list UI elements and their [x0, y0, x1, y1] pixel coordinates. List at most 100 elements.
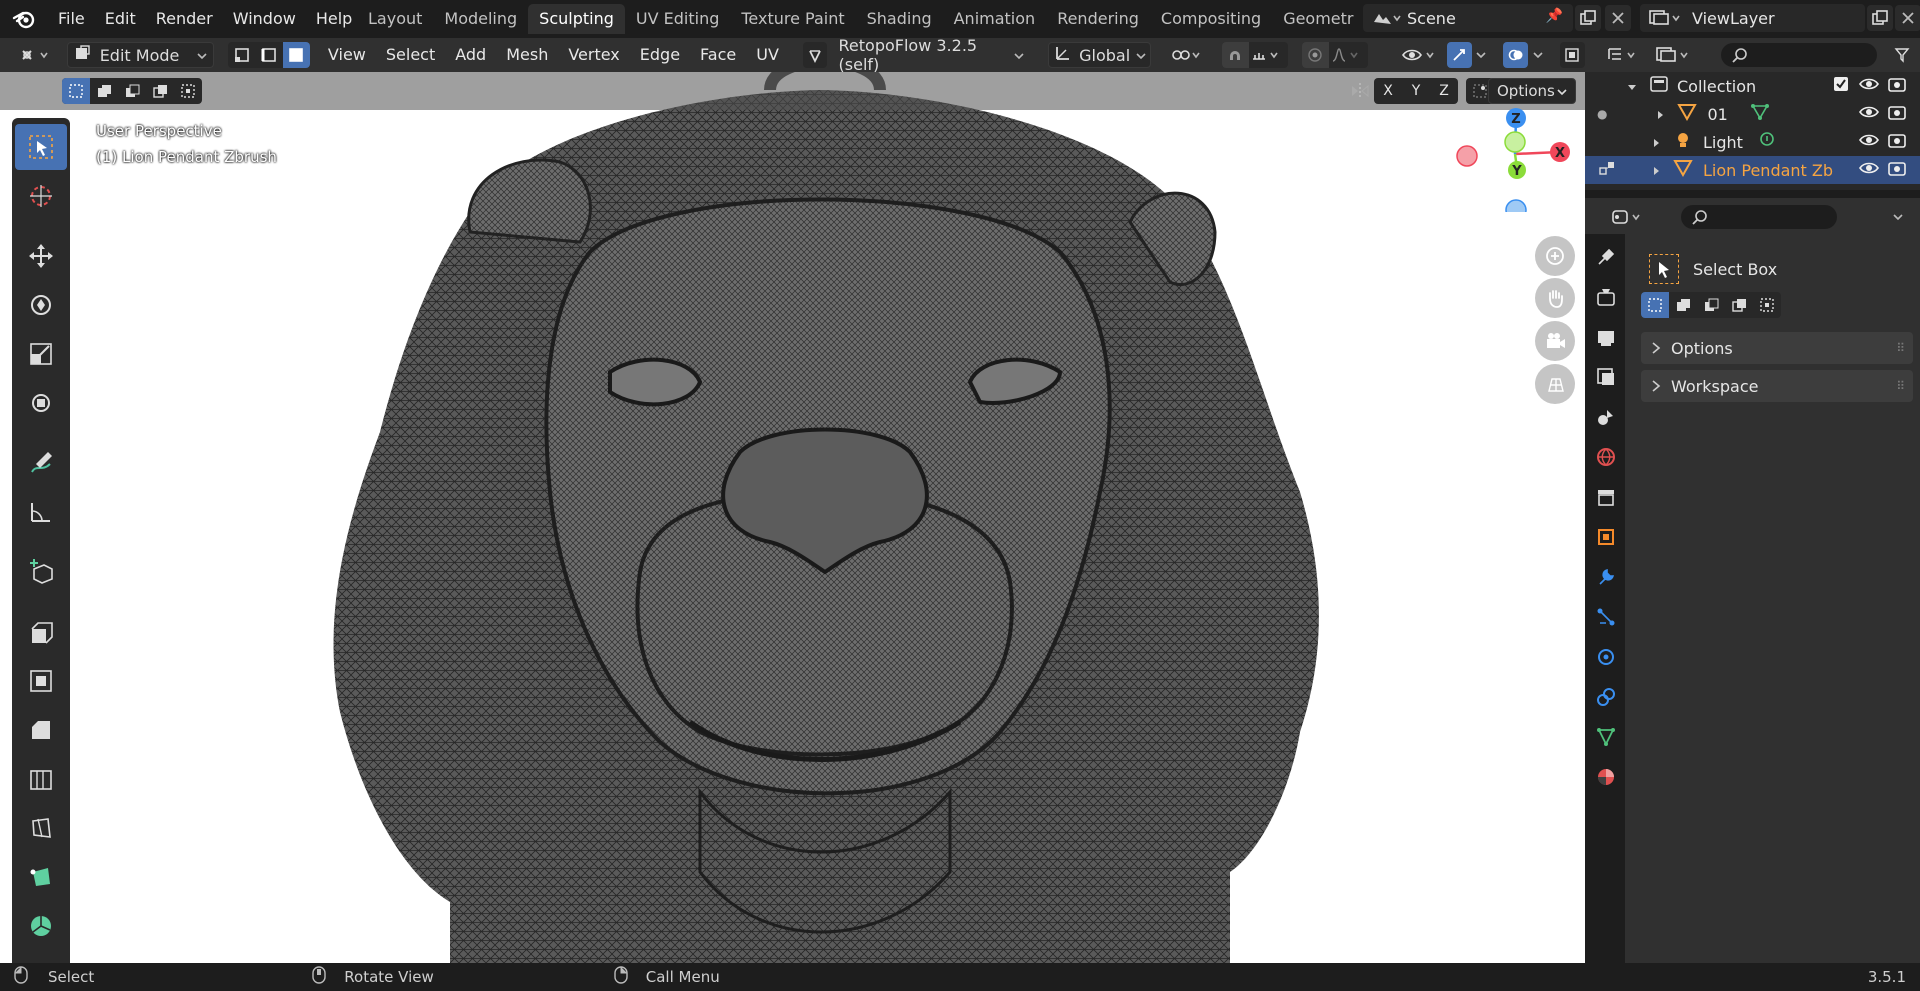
select-new-icon[interactable] [1641, 292, 1669, 318]
gizmo-toggle-icon[interactable] [1446, 42, 1472, 68]
poly-build-tool-icon[interactable] [15, 854, 67, 900]
smooth-tool-icon[interactable] [15, 952, 67, 963]
physics-tab-icon[interactable] [1589, 640, 1623, 674]
expand-arrow-icon[interactable] [1655, 105, 1665, 124]
tab-texture-paint[interactable]: Texture Paint [730, 4, 855, 34]
header-menu-vertex[interactable]: Vertex [558, 42, 629, 68]
measure-tool-icon[interactable] [15, 489, 67, 535]
overlays-dropdown[interactable] [1528, 42, 1547, 68]
camera-view-icon[interactable] [1535, 321, 1575, 361]
properties-options-dropdown[interactable] [1885, 204, 1911, 230]
output-tab-icon[interactable] [1589, 320, 1623, 354]
header-menu-face[interactable]: Face [690, 42, 746, 68]
outliner-row-01[interactable]: ● 01 [1585, 100, 1920, 128]
spin-tool-icon[interactable] [15, 903, 67, 949]
view-layer-tab-icon[interactable] [1589, 360, 1623, 394]
tab-animation[interactable]: Animation [943, 4, 1047, 34]
snap-target-icon[interactable] [1249, 42, 1288, 68]
add-cube-tool-icon[interactable] [15, 549, 67, 595]
select-box-tool-icon[interactable] [15, 124, 67, 170]
move-tool-icon[interactable] [15, 233, 67, 279]
render-camera-icon[interactable] [1887, 132, 1907, 152]
header-menu-select[interactable]: Select [376, 42, 445, 68]
mirror-z-button[interactable]: Z [1430, 78, 1458, 104]
visibility-eye-icon[interactable] [1859, 160, 1879, 180]
transform-tool-icon[interactable] [15, 380, 67, 426]
render-camera-icon[interactable] [1887, 160, 1907, 180]
drag-handle-icon[interactable]: ⠿ [1896, 379, 1905, 393]
transform-orientation-selector[interactable]: Global [1048, 42, 1152, 68]
menu-edit[interactable]: Edit [95, 4, 146, 34]
knife-tool-icon[interactable] [15, 805, 67, 851]
material-tab-icon[interactable] [1589, 760, 1623, 794]
scene-selector[interactable]: Scene 📌 [1363, 4, 1573, 32]
panel-options[interactable]: Options ⠿ [1641, 332, 1913, 364]
delete-scene-button[interactable] [1605, 5, 1631, 31]
mirror-y-button[interactable]: Y [1402, 78, 1430, 104]
header-menu-mesh[interactable]: Mesh [496, 42, 558, 68]
exclude-checkbox-icon[interactable] [1833, 76, 1849, 96]
tab-rendering[interactable]: Rendering [1046, 4, 1150, 34]
expand-arrow-icon[interactable] [1651, 161, 1661, 180]
falloff-icon[interactable] [1329, 42, 1368, 68]
retopoflow-button[interactable]: RetopoFlow 3.2.5 (self) [802, 36, 1024, 74]
properties-search-input[interactable] [1681, 205, 1837, 229]
inset-tool-icon[interactable] [15, 658, 67, 704]
gizmo-dropdown[interactable] [1472, 42, 1491, 68]
outliner-editor-type-icon[interactable] [1603, 42, 1643, 68]
overlays-toggle-icon[interactable] [1503, 42, 1529, 68]
render-tab-icon[interactable] [1589, 280, 1623, 314]
edge-select-icon[interactable] [256, 42, 283, 68]
proportional-editing-icon[interactable] [1301, 42, 1329, 68]
visibility-eye-icon[interactable] [1859, 76, 1879, 96]
tab-modeling[interactable]: Modeling [433, 4, 528, 34]
select-new-icon[interactable] [62, 78, 90, 104]
tab-sculpting[interactable]: Sculpting [528, 4, 625, 34]
header-menu-uv[interactable]: UV [746, 42, 789, 68]
select-invert-icon[interactable] [146, 78, 174, 104]
navigation-gizmo[interactable]: X Z Y [1452, 102, 1572, 212]
constraints-tab-icon[interactable] [1589, 680, 1623, 714]
tool-tab-icon[interactable] [1589, 240, 1623, 274]
edit-mode-toggle-icon[interactable] [1599, 160, 1617, 180]
header-menu-edge[interactable]: Edge [630, 42, 690, 68]
select-subtract-icon[interactable] [1697, 292, 1725, 318]
rotate-tool-icon[interactable] [15, 282, 67, 328]
tab-layout[interactable]: Layout [357, 4, 433, 34]
ortho-toggle-icon[interactable] [1535, 364, 1575, 404]
select-invert-icon[interactable] [1725, 292, 1753, 318]
modifier-tab-icon[interactable] [1589, 560, 1623, 594]
object-tab-icon[interactable] [1589, 520, 1623, 554]
3d-viewport[interactable]: X Y Z Options User Perspective (1) Lion … [0, 72, 1585, 963]
select-extend-icon[interactable] [1669, 292, 1697, 318]
outliner-row-light[interactable]: Light [1585, 128, 1920, 156]
mode-selector[interactable]: Edit Mode [66, 42, 215, 68]
extrude-tool-icon[interactable] [15, 609, 67, 655]
header-menu-add[interactable]: Add [445, 42, 496, 68]
tab-uv-editing[interactable]: UV Editing [625, 4, 730, 34]
vertex-select-icon[interactable] [228, 42, 255, 68]
menu-render[interactable]: Render [146, 4, 223, 34]
tab-shading[interactable]: Shading [856, 4, 943, 34]
select-intersect-icon[interactable] [1753, 292, 1781, 318]
menu-help[interactable]: Help [306, 4, 362, 34]
expand-arrow-icon[interactable] [1627, 77, 1637, 96]
cursor-tool-icon[interactable] [15, 173, 67, 219]
select-extend-icon[interactable] [90, 78, 118, 104]
options-dropdown[interactable]: Options [1488, 78, 1576, 104]
xray-toggle-icon[interactable] [1559, 42, 1585, 68]
face-select-icon[interactable] [282, 42, 310, 68]
scene-tab-icon[interactable] [1589, 400, 1623, 434]
annotate-tool-icon[interactable] [15, 440, 67, 486]
render-camera-icon[interactable] [1887, 104, 1907, 124]
magnet-icon[interactable] [1221, 42, 1250, 68]
menu-file[interactable]: File [48, 4, 95, 34]
properties-editor-type-icon[interactable] [1607, 204, 1649, 230]
display-mode-icon[interactable] [1651, 42, 1695, 68]
data-tab-icon[interactable] [1589, 720, 1623, 754]
outliner-row-collection[interactable]: Collection [1585, 72, 1920, 100]
pan-hand-icon[interactable] [1535, 278, 1575, 318]
render-camera-icon[interactable] [1887, 76, 1907, 96]
mirror-x-button[interactable]: X [1374, 78, 1402, 104]
zoom-icon[interactable] [1535, 236, 1575, 276]
